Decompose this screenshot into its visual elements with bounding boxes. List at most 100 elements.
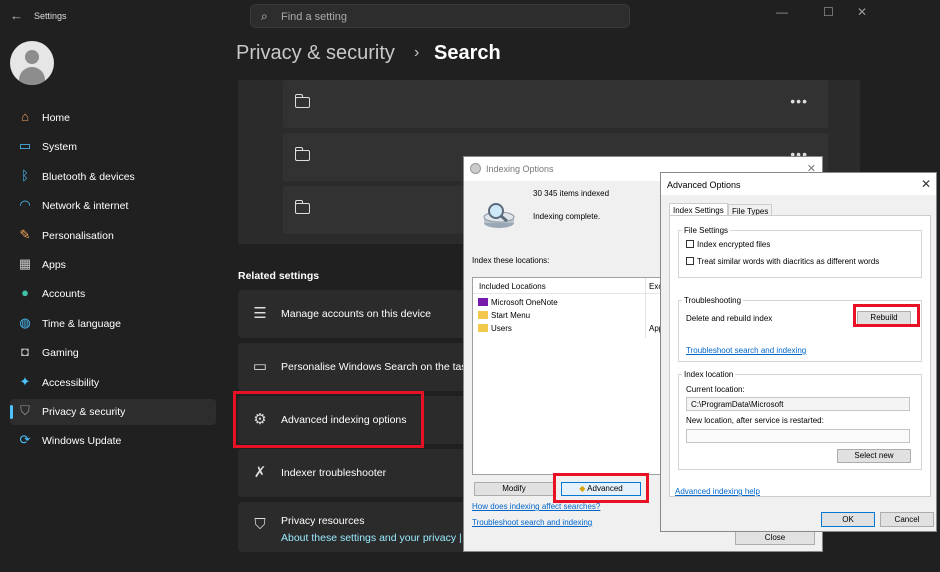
col-included: Included Locations	[479, 282, 546, 291]
shield-icon: ⛉	[254, 516, 266, 533]
list-header: Included Locations Exc	[473, 278, 673, 294]
sidebar-item-network-internet[interactable]: ◠ Network & internet	[10, 193, 216, 219]
gamepad-icon: ◘	[21, 344, 29, 360]
privacy-resources-title: Privacy resources	[281, 515, 365, 527]
page-title: Search	[434, 42, 501, 64]
delete-rebuild-label: Delete and rebuild index	[686, 314, 773, 323]
sidebar-item-home[interactable]: ⌂ Home	[10, 105, 216, 131]
card-label: Manage accounts on this device	[281, 308, 432, 320]
sidebar-item-label: Time & language	[42, 317, 121, 330]
sidebar-item-label: Home	[42, 112, 71, 124]
privacy-resources-card: ⛉ Privacy resources About these settings…	[238, 502, 478, 552]
list-item[interactable]: Start Menu	[478, 311, 530, 320]
folder-icon	[295, 147, 310, 161]
advanced-options-dialog: Advanced Options ✕ Index Settings File T…	[660, 172, 937, 532]
home-icon: ⌂	[21, 109, 29, 124]
folder-icon	[295, 200, 310, 214]
laptop-icon: ▭	[252, 358, 268, 375]
minimize-button[interactable]: —	[776, 5, 788, 19]
brush-icon: ✎	[19, 226, 31, 242]
sidebar-item-gaming[interactable]: ◘ Gaming	[10, 340, 216, 366]
sidebar-item-bluetooth-devices[interactable]: ᛒ Bluetooth & devices	[10, 164, 216, 190]
sidebar-item-label: System	[42, 141, 78, 154]
file-settings-group: File Settings Index encrypted files Trea…	[678, 226, 922, 278]
list-item[interactable]: Users	[478, 324, 512, 333]
selection-indicator	[10, 405, 13, 419]
sidebar-item-label: Apps	[42, 259, 66, 271]
maximize-button[interactable]: ☐	[823, 5, 834, 19]
highlight-box	[853, 304, 920, 327]
troubleshoot-link[interactable]: Troubleshoot search and indexing	[472, 518, 592, 527]
manage-accounts-card[interactable]: ☰ Manage accounts on this device	[238, 290, 478, 338]
list-item[interactable]: Microsoft OneNote	[478, 298, 558, 307]
index-locations-label: Index these locations:	[472, 256, 550, 265]
locations-list[interactable]: Included Locations Exc Microsoft OneNote…	[472, 277, 674, 475]
sidebar-item-system[interactable]: ▭ System	[10, 134, 216, 160]
onenote-icon	[478, 298, 488, 306]
items-indexed-count: 30 345 items indexed	[533, 189, 610, 198]
breadcrumb-parent[interactable]: Privacy & security	[236, 42, 395, 65]
indexing-status: Indexing complete.	[533, 212, 601, 221]
sidebar-item-time-language[interactable]: ◍ Time & language	[10, 311, 216, 337]
new-location-label: New location, after service is restarted…	[686, 416, 824, 425]
dialog-titlebar: Advanced Options ✕	[661, 173, 936, 195]
folder-icon	[478, 324, 488, 332]
sidebar-item-label: Windows Update	[42, 435, 122, 448]
select-new-button[interactable]: Select new	[837, 449, 911, 463]
more-options-icon[interactable]: •••	[790, 93, 808, 109]
folder-row[interactable]: •••	[283, 80, 828, 128]
sidebar-item-label: Personalisation	[42, 229, 114, 242]
indexing-affects-link[interactable]: How does indexing affect searches?	[472, 502, 600, 511]
troubleshoot-link[interactable]: Troubleshoot search and indexing	[686, 346, 806, 355]
dialog-title: Indexing Options	[486, 164, 554, 174]
highlight-box	[553, 473, 649, 503]
sidebar-item-label: Accounts	[42, 288, 86, 301]
sidebar-item-accounts[interactable]: ● Accounts	[10, 281, 216, 307]
privacy-link[interactable]: About these settings and your privacy | …	[281, 532, 472, 544]
close-icon[interactable]: ✕	[921, 177, 931, 191]
index-settings-page: File Settings Index encrypted files Trea…	[669, 215, 931, 497]
sidebar-item-personalisation[interactable]: ✎ Personalisation	[10, 223, 216, 249]
folder-icon	[295, 94, 310, 108]
accounts-icon: ●	[21, 285, 29, 301]
card-label: Personalise Windows Search on the task	[281, 361, 472, 373]
search-placeholder: Find a setting	[281, 11, 348, 23]
sidebar-item-privacy-security[interactable]: ⛉ Privacy & security	[10, 399, 216, 425]
ok-button[interactable]: OK	[821, 512, 875, 527]
back-arrow-icon[interactable]: ←	[10, 8, 23, 23]
card-label: Indexer troubleshooter	[281, 467, 387, 479]
sidebar-item-label: Accessibility	[42, 376, 100, 389]
sidebar-item-windows-update[interactable]: ⟳ Windows Update	[10, 428, 216, 454]
cancel-button[interactable]: Cancel	[880, 512, 934, 527]
sidebar-item-accessibility[interactable]: ✦ Accessibility	[10, 370, 216, 396]
bluetooth-icon: ᛒ	[21, 167, 29, 183]
app-title: Settings	[34, 11, 67, 21]
diacritics-checkbox[interactable]: Treat similar words with diacritics as d…	[686, 257, 879, 266]
indexing-icon	[470, 163, 481, 174]
accessibility-icon: ✦	[19, 373, 31, 389]
new-location-field	[686, 429, 910, 443]
group-title: File Settings	[682, 226, 731, 235]
sidebar-item-label: Network & internet	[42, 200, 129, 213]
apps-icon: ▦	[18, 256, 32, 271]
avatar[interactable]	[10, 41, 54, 85]
search-input[interactable]: ⌕ Find a setting	[250, 4, 630, 28]
sidebar-item-label: Gaming	[42, 347, 79, 360]
encrypted-checkbox[interactable]: Index encrypted files	[686, 240, 770, 249]
indexer-troubleshooter-card[interactable]: ✗ Indexer troubleshooter	[238, 449, 478, 497]
modify-button[interactable]: Modify	[474, 482, 554, 496]
close-button[interactable]: Close	[735, 531, 815, 545]
close-window-button[interactable]: ✕	[857, 5, 867, 19]
group-title: Index location	[682, 370, 736, 379]
globe-icon: ◍	[19, 314, 31, 330]
wrench-icon: ✗	[253, 464, 267, 481]
monitor-icon: ▭	[18, 138, 32, 154]
sidebar-item-apps[interactable]: ▦ Apps	[10, 252, 216, 278]
accounts-list-icon: ☰	[253, 305, 267, 322]
indexing-help-link[interactable]: Advanced indexing help	[675, 487, 760, 496]
personalise-search-card[interactable]: ▭ Personalise Windows Search on the task	[238, 343, 478, 391]
dialog-title: Advanced Options	[667, 180, 741, 190]
wifi-icon: ◠	[19, 197, 31, 213]
current-location-field: C:\ProgramData\Microsoft	[686, 397, 910, 411]
highlight-box	[233, 391, 424, 448]
